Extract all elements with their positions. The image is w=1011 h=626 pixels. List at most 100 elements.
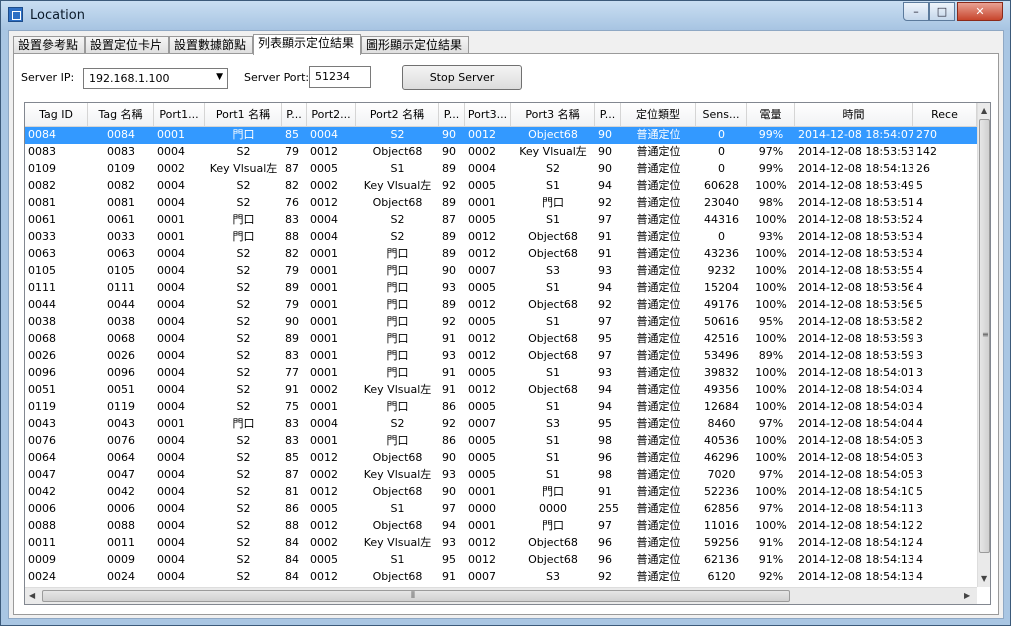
scroll-left-icon[interactable]: ◀ [29,591,35,600]
column-header[interactable]: 電量 [747,103,795,127]
column-header[interactable]: P... [439,103,465,127]
table-row[interactable]: 0009 0009 0004 S2 84 0005 S1 95 0012 Object68 96 普通… [25,552,977,569]
horizontal-scrollbar[interactable]: ◀ ⦀ ▶ [25,587,977,604]
server-port-input[interactable]: 51234 [309,66,371,88]
table-cell: 0001 [468,196,496,209]
table-row[interactable]: 0033 0033 0001 門口 88 0004 S2 89 0012 Object68 91 普通… [25,229,977,246]
title-bar[interactable]: Location – □ ✕ [1,1,1010,30]
table-cell: 0043 [28,417,56,430]
table-cell: 6120 [707,570,736,583]
table-cell: S2 [236,383,251,396]
column-header[interactable]: 時間 [795,103,913,127]
table-row[interactable]: 0076 0076 0004 S2 83 0001 門口 86 0005 S1 98 普通定位 4053… [25,433,977,450]
table-cell: S2 [236,332,251,345]
table-cell: 0007 [468,417,496,430]
table-row[interactable]: 0119 0119 0004 S2 75 0001 門口 86 0005 S1 94 普通定位 1268… [25,399,977,416]
results-grid[interactable]: Tag ID Tag 名稱 Port1... Port1 名稱 P... Port2...… [24,102,991,605]
tab-tag-cards[interactable]: 設置定位卡片 [85,36,169,54]
table-row[interactable]: 0082 0082 0004 S2 82 0002 Key Vlsual左 92 0005 S1 9… [25,178,977,195]
table-row[interactable]: 0083 0083 0004 S2 79 0012 Object68 90 0002 Key Vl… [25,144,977,161]
table-cell: Object68 [528,383,578,396]
stop-server-button[interactable]: Stop Server [402,65,522,90]
table-row[interactable]: 0109 0109 0002 Key Vlsual左 87 0005 S1 89 0004 S2 9… [25,161,977,178]
vertical-scroll-thumb[interactable]: ≡ [979,119,990,553]
table-row[interactable]: 0006 0006 0004 S2 86 0005 S1 97 0000 0000 255 普通定位 6… [25,501,977,518]
horizontal-scroll-thumb[interactable]: ⦀ [42,590,790,602]
table-row[interactable]: 0111 0111 0004 S2 89 0001 門口 93 0005 S1 94 普通定位 1520… [25,280,977,297]
column-header[interactable]: Port1 名稱 [205,103,282,127]
table-cell: 52236 [704,485,739,498]
table-cell: Object68 [372,451,423,464]
table-cell: 100% [755,400,787,413]
column-header[interactable]: Port2... [307,103,356,127]
table-cell: S1 [546,468,560,481]
table-cell: 85 [285,128,299,141]
vertical-scrollbar[interactable]: ▲ ≡ ▼ [977,103,990,587]
scroll-up-icon[interactable]: ▲ [981,106,987,115]
tab-graph-results[interactable]: 圖形顯示定位結果 [361,36,469,54]
table-cell: 46296 [704,451,739,464]
column-header[interactable]: Port3... [465,103,511,127]
table-cell: 2014-12-08 18:53:56 [798,298,913,311]
table-cell: 92 [442,417,456,430]
column-header[interactable]: Rece [913,103,977,127]
minimize-button[interactable]: – [903,2,929,21]
column-header[interactable]: Port3 名稱 [511,103,595,127]
column-header[interactable]: Tag ID [25,103,88,127]
table-cell: 0061 [28,213,56,226]
tab-reference-points[interactable]: 設置參考點 [13,36,85,54]
table-row[interactable]: 0024 0024 0004 S2 84 0012 Object68 91 0007 S3 92 普通… [25,569,977,586]
column-header[interactable]: Port1... [154,103,205,127]
table-row[interactable]: 0042 0042 0004 S2 81 0012 Object68 90 0001 門口 91 普通… [25,484,977,501]
table-row[interactable]: 0063 0063 0004 S2 82 0001 門口 89 0012 Object68 91 普通… [25,246,977,263]
column-header[interactable]: 定位類型 [621,103,696,127]
column-header[interactable]: Sens... [696,103,747,127]
scroll-down-icon[interactable]: ▼ [981,574,987,583]
table-cell: 87 [285,468,299,481]
table-cell: 0001 [468,519,496,532]
table-row[interactable]: 0038 0038 0004 S2 90 0001 門口 92 0005 S1 97 普通定位 5061… [25,314,977,331]
table-cell: 97% [758,502,784,515]
table-cell: 0004 [157,145,185,158]
table-row[interactable]: 0026 0026 0004 S2 83 0001 門口 93 0012 Object68 97 普通… [25,348,977,365]
column-header[interactable]: P... [595,103,621,127]
table-cell: 88 [285,230,299,243]
table-row[interactable]: 0043 0043 0001 門口 83 0004 S2 92 0007 S3 95 普通定位 8460… [25,416,977,433]
table-row[interactable]: 0084 0084 0001 門口 85 0004 S2 90 0012 Object68 90 普通… [25,127,977,144]
table-row[interactable]: 0068 0068 0004 S2 89 0001 門口 91 0012 Object68 95 普通… [25,331,977,348]
table-row[interactable]: 0081 0081 0004 S2 76 0012 Object68 89 0001 門口 92 普通… [25,195,977,212]
maximize-button[interactable]: □ [929,2,955,21]
table-cell: 普通定位 [636,349,681,362]
server-ip-combobox[interactable]: 192.168.1.100 ▼ [83,68,228,89]
table-row[interactable]: 0047 0047 0004 S2 87 0002 Key Vlsual左 93 0005 S1 9… [25,467,977,484]
scroll-right-icon[interactable]: ▶ [964,591,970,600]
table-row[interactable]: 0105 0105 0004 S2 79 0001 門口 90 0007 S3 93 普通定位 9232… [25,263,977,280]
table-cell: 92 [598,298,612,311]
table-cell: S2 [236,434,251,447]
table-cell: S1 [390,162,405,175]
table-row[interactable]: 0088 0088 0004 S2 88 0012 Object68 94 0001 門口 97 普通… [25,518,977,535]
table-cell: 0005 [468,366,496,379]
table-row[interactable]: 0011 0011 0004 S2 84 0002 Key Vlsual左 93 0012 Obj… [25,535,977,552]
column-header[interactable]: P... [282,103,307,127]
table-row[interactable]: 0096 0096 0004 S2 77 0001 門口 91 0005 S1 93 普通定位 3983… [25,365,977,382]
table-row[interactable]: 0044 0044 0004 S2 79 0001 門口 89 0012 Object68 92 普通… [25,297,977,314]
table-row[interactable]: 0064 0064 0004 S2 85 0012 Object68 90 0005 S1 96 普通… [25,450,977,467]
chevron-down-icon[interactable]: ▼ [216,72,223,82]
table-row[interactable]: 0051 0051 0004 S2 91 0002 Key Vlsual左 91 0012 Obj… [25,382,977,399]
table-cell: S2 [236,366,251,379]
table-cell: S3 [546,570,560,583]
table-cell: 門口 [386,247,409,260]
table-cell: 92 [598,570,612,583]
table-cell: 0111 [28,281,56,294]
table-cell: 0038 [28,315,56,328]
column-header[interactable]: Tag 名稱 [88,103,154,127]
tab-list-results[interactable]: 列表顯示定位結果 [253,34,361,55]
tab-data-nodes[interactable]: 設置數據節點 [169,36,253,54]
table-cell: 98 [598,468,612,481]
table-cell: 88 [285,519,299,532]
close-button[interactable]: ✕ [957,2,1003,21]
column-header[interactable]: Port2 名稱 [356,103,439,127]
table-row[interactable]: 0061 0061 0001 門口 83 0004 S2 87 0005 S1 97 普通定位 4431… [25,212,977,229]
table-cell: 0051 [28,383,56,396]
